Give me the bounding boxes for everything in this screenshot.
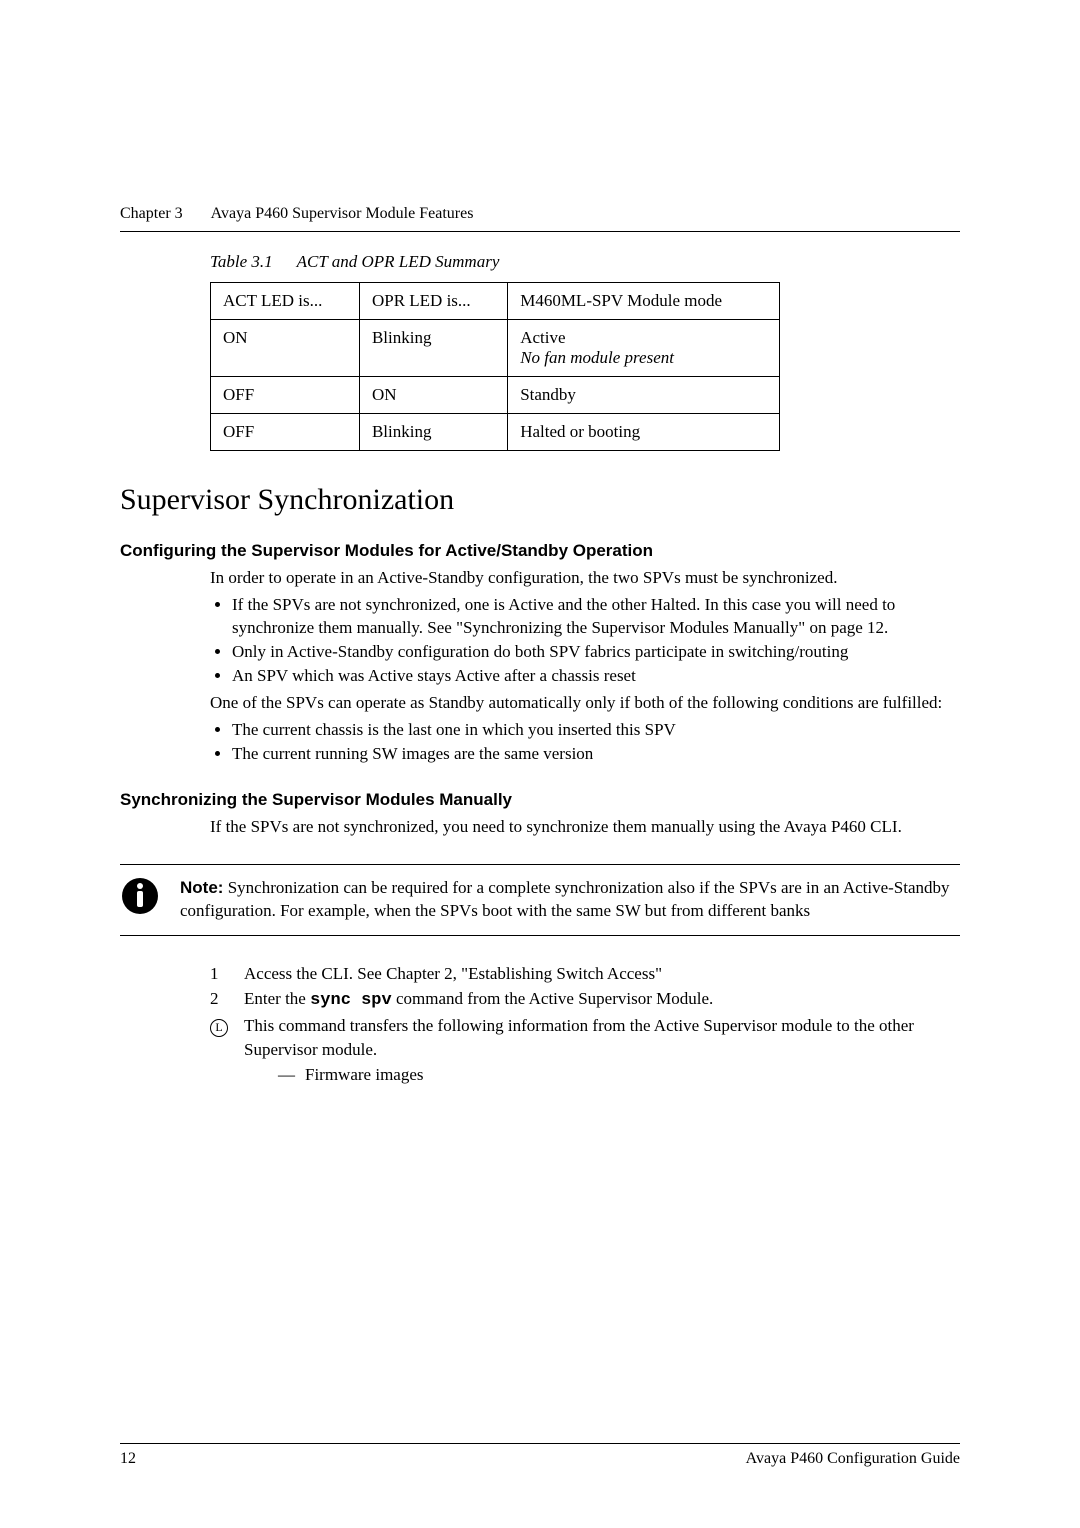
step-item: L This command transfers the following i… xyxy=(210,1014,960,1062)
dash-marker: — xyxy=(278,1063,295,1087)
paragraph: One of the SPVs can operate as Standby a… xyxy=(210,692,960,715)
step-text: Enter the sync spv command from the Acti… xyxy=(244,987,960,1013)
subsection-heading: Configuring the Supervisor Modules for A… xyxy=(120,541,960,561)
page-number: 12 xyxy=(120,1450,136,1468)
table-caption-title: ACT and OPR LED Summary xyxy=(297,252,500,271)
step-item: 2 Enter the sync spv command from the Ac… xyxy=(210,987,960,1013)
cell-line-italic: No fan module present xyxy=(520,348,674,367)
cell: OFF xyxy=(211,414,360,451)
table-row: ON Blinking Active No fan module present xyxy=(211,320,780,377)
paragraph: If the SPVs are not synchronized, you ne… xyxy=(210,816,960,839)
table-header-row: ACT LED is... OPR LED is... M460ML-SPV M… xyxy=(211,283,780,320)
list-item: The current running SW images are the sa… xyxy=(232,743,960,766)
table-row: OFF Blinking Halted or booting xyxy=(211,414,780,451)
list-item: Only in Active-Standby configuration do … xyxy=(232,641,960,664)
steps-list: 1 Access the CLI. See Chapter 2, "Establ… xyxy=(210,962,960,1086)
step-number: 1 xyxy=(210,962,232,986)
step-text-post: command from the Active Supervisor Modul… xyxy=(392,989,714,1008)
chapter-label: Chapter 3 xyxy=(120,205,183,223)
step-number: 2 xyxy=(210,987,232,1013)
info-icon xyxy=(120,877,160,923)
list-item: The current chassis is the last one in w… xyxy=(232,719,960,742)
note-block: Note: Synchronization can be required fo… xyxy=(120,864,960,936)
cell: Halted or booting xyxy=(508,414,780,451)
doc-title: Avaya P460 Configuration Guide xyxy=(746,1450,960,1468)
blank-num xyxy=(210,1063,232,1087)
cell: ON xyxy=(359,377,507,414)
note-label: Note: xyxy=(180,878,223,897)
cell: Active No fan module present xyxy=(508,320,780,377)
col-header: OPR LED is... xyxy=(359,283,507,320)
list-item: An SPV which was Active stays Active aft… xyxy=(232,665,960,688)
dash-text: Firmware images xyxy=(305,1063,424,1087)
chapter-title: Avaya P460 Supervisor Module Features xyxy=(211,205,474,223)
col-header: M460ML-SPV Module mode xyxy=(508,283,780,320)
note-text: Note: Synchronization can be required fo… xyxy=(180,877,960,923)
page-header: Chapter 3 Avaya P460 Supervisor Module F… xyxy=(120,205,960,232)
subsection-heading: Synchronizing the Supervisor Modules Man… xyxy=(120,790,960,810)
note-body: Synchronization can be required for a co… xyxy=(180,878,950,920)
info-marker-icon: L xyxy=(210,1014,232,1062)
led-summary-table: ACT LED is... OPR LED is... M460ML-SPV M… xyxy=(210,282,780,451)
cell: ON xyxy=(211,320,360,377)
step-item: 1 Access the CLI. See Chapter 2, "Establ… xyxy=(210,962,960,986)
paragraph: In order to operate in an Active-Standby… xyxy=(210,567,960,590)
body-block: In order to operate in an Active-Standby… xyxy=(210,567,960,766)
table-row: OFF ON Standby xyxy=(211,377,780,414)
bullet-list: The current chassis is the last one in w… xyxy=(210,719,960,766)
page-footer: 12 Avaya P460 Configuration Guide xyxy=(120,1443,960,1468)
step-text: This command transfers the following inf… xyxy=(244,1014,960,1062)
bullet-list: If the SPVs are not synchronized, one is… xyxy=(210,594,960,688)
list-item: If the SPVs are not synchronized, one is… xyxy=(232,594,960,640)
step-text: Access the CLI. See Chapter 2, "Establis… xyxy=(244,962,960,986)
col-header: ACT LED is... xyxy=(211,283,360,320)
step-sub-item: — Firmware images xyxy=(210,1063,960,1087)
cell: Blinking xyxy=(359,414,507,451)
table-caption-label: Table 3.1 xyxy=(210,252,273,271)
section-heading: Supervisor Synchronization xyxy=(120,483,960,517)
cell-line: Active xyxy=(520,328,565,347)
cell: Standby xyxy=(508,377,780,414)
cell: OFF xyxy=(211,377,360,414)
table-caption: Table 3.1 ACT and OPR LED Summary xyxy=(210,252,960,272)
step-text-pre: Enter the xyxy=(244,989,310,1008)
cell: Blinking xyxy=(359,320,507,377)
body-block: If the SPVs are not synchronized, you ne… xyxy=(210,816,960,839)
code-text: sync spv xyxy=(310,991,392,1010)
step-sub-text: — Firmware images xyxy=(244,1063,960,1087)
